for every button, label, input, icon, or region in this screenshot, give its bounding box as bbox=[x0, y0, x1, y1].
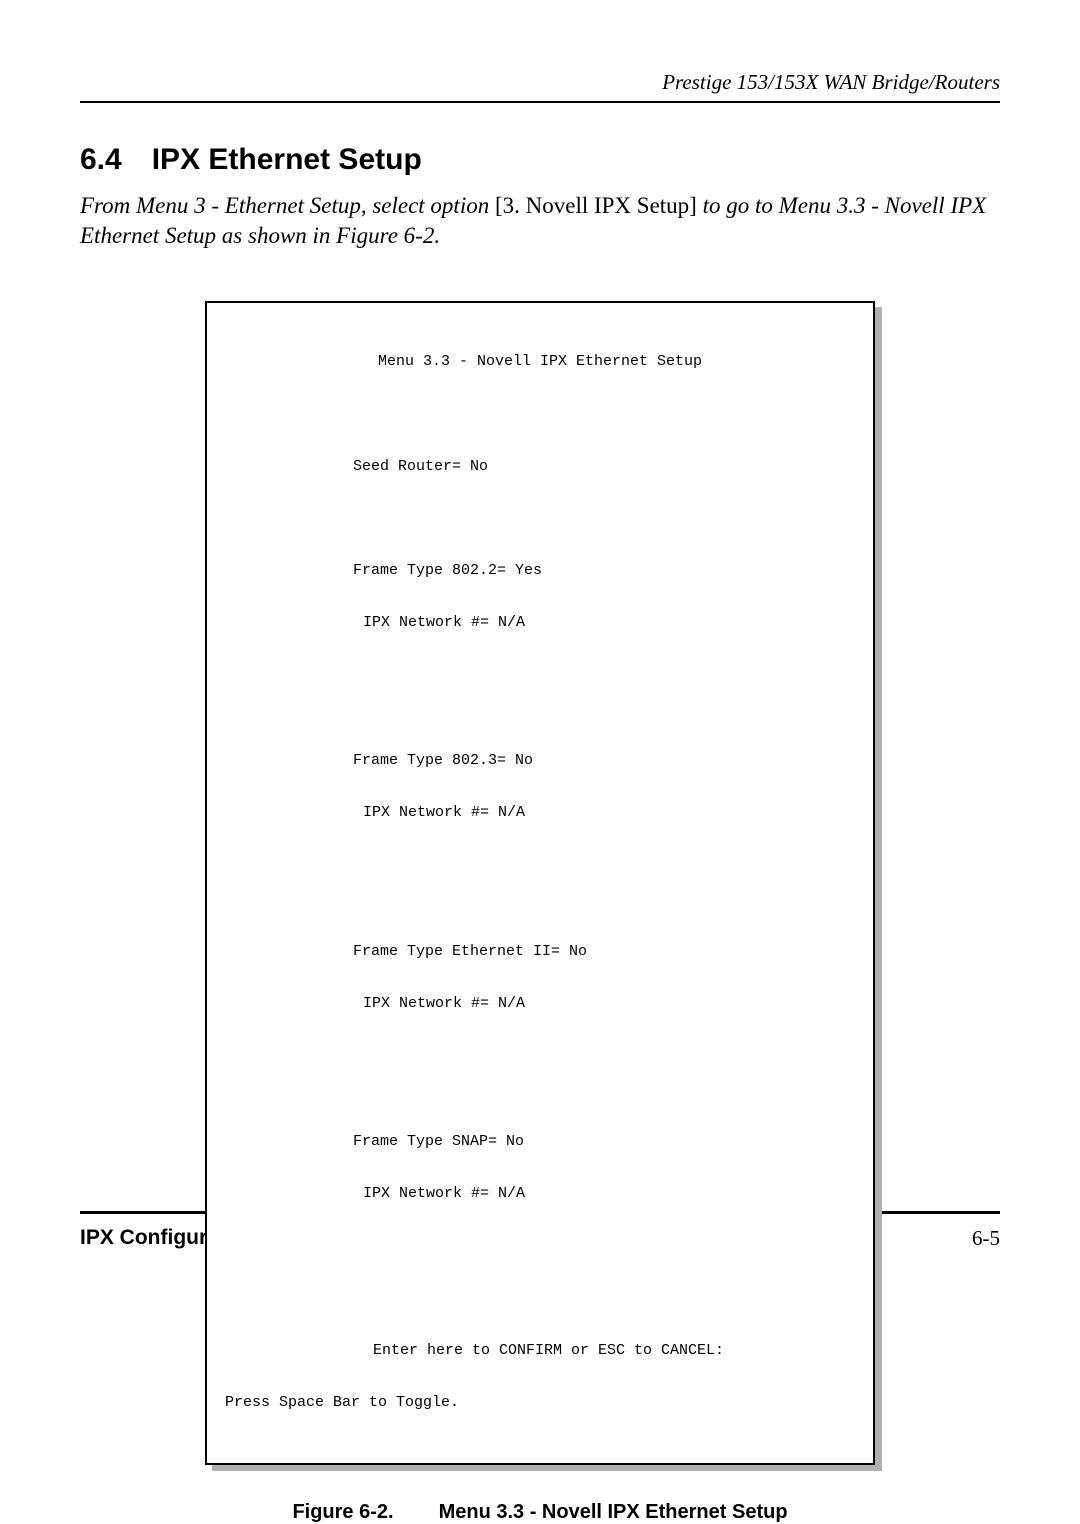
terminal-toggle: Press Space Bar to Toggle. bbox=[225, 1394, 855, 1411]
ipx-8023-line: IPX Network #= N/A bbox=[363, 804, 855, 821]
frame-8023-line: Frame Type 802.3= No bbox=[353, 752, 855, 769]
frame-snap-group: Frame Type SNAP= No IPX Network #= N/A bbox=[353, 1099, 855, 1237]
frame-8023-group: Frame Type 802.3= No IPX Network #= N/A bbox=[353, 718, 855, 856]
ipx-snap-line: IPX Network #= N/A bbox=[363, 1185, 855, 1202]
section-number: 6.4 bbox=[80, 143, 122, 177]
footer-page-number: 6-5 bbox=[972, 1226, 1000, 1251]
frame-8022-group: Frame Type 802.2= Yes IPX Network #= N/A bbox=[353, 527, 855, 665]
figure-caption: Figure 6-2. Menu 3.3 - Novell IPX Etherne… bbox=[80, 1501, 1000, 1524]
section-heading: 6.4 IPX Ethernet Setup bbox=[80, 143, 1000, 177]
terminal-box: Menu 3.3 - Novell IPX Ethernet Setup See… bbox=[205, 301, 875, 1466]
terminal-confirm: Enter here to CONFIRM or ESC to CANCEL: bbox=[373, 1342, 855, 1359]
intro-plain: [3. Novell IPX Setup] bbox=[495, 193, 697, 218]
section-title: IPX Ethernet Setup bbox=[152, 143, 422, 176]
intro-italic-1: From Menu 3 - Ethernet Setup, select opt… bbox=[80, 193, 495, 218]
figure-text: Menu 3.3 - Novell IPX Ethernet Setup bbox=[439, 1501, 788, 1523]
figure-label: Figure 6-2. bbox=[292, 1501, 393, 1524]
ipx-eth2-line: IPX Network #= N/A bbox=[363, 995, 855, 1012]
frame-8022-line: Frame Type 802.2= Yes bbox=[353, 562, 855, 579]
ipx-8022-line: IPX Network #= N/A bbox=[363, 614, 855, 631]
frame-snap-line: Frame Type SNAP= No bbox=[353, 1133, 855, 1150]
terminal-title: Menu 3.3 - Novell IPX Ethernet Setup bbox=[225, 353, 855, 370]
seed-router-line: Seed Router= No bbox=[353, 458, 855, 475]
frame-eth2-group: Frame Type Ethernet II= No IPX Network #… bbox=[353, 908, 855, 1046]
terminal-body: Seed Router= No Frame Type 802.2= Yes IP… bbox=[353, 423, 855, 1289]
page-header: Prestige 153/153X WAN Bridge/Routers bbox=[80, 70, 1000, 103]
intro-paragraph: From Menu 3 - Ethernet Setup, select opt… bbox=[80, 191, 1000, 251]
terminal-container: Menu 3.3 - Novell IPX Ethernet Setup See… bbox=[205, 301, 875, 1466]
frame-eth2-line: Frame Type Ethernet II= No bbox=[353, 943, 855, 960]
